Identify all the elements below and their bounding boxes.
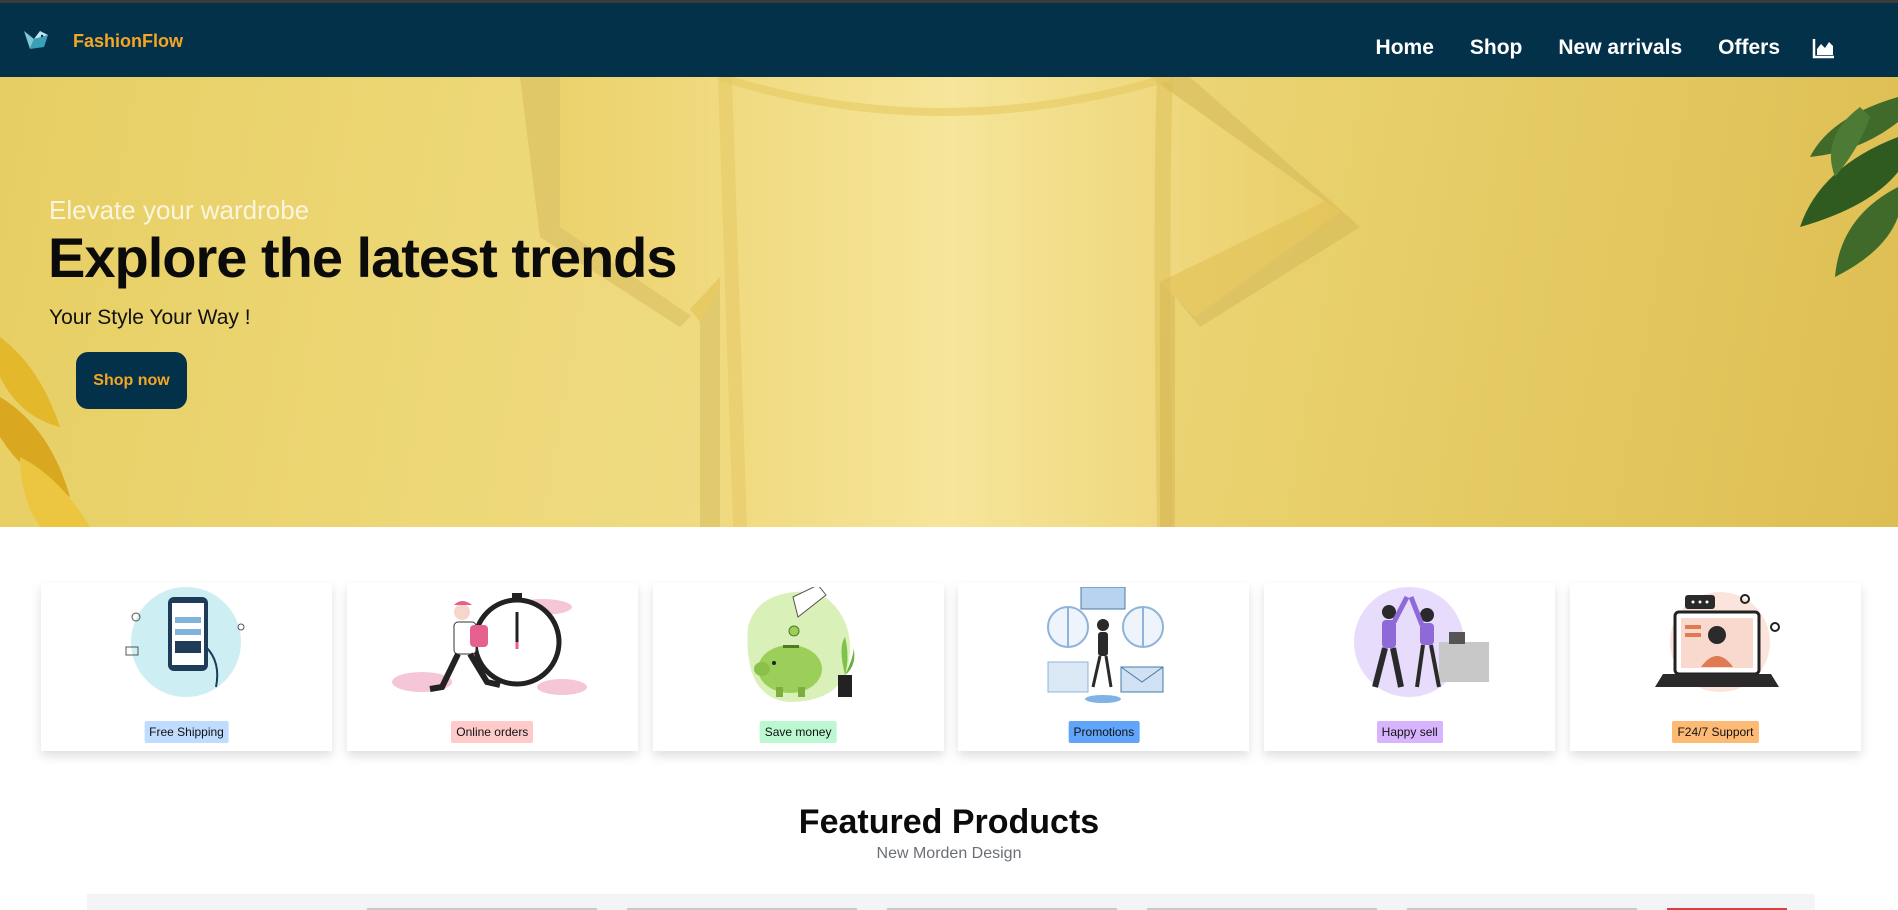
feature-badge: Online orders	[451, 721, 534, 743]
feature-badge: Happy sell	[1376, 721, 1443, 743]
high-five-illustration	[1354, 587, 1490, 697]
brand-name[interactable]: FashionFlow	[73, 31, 183, 52]
support-laptop-illustration	[1654, 592, 1780, 692]
promotion-window-illustration	[1047, 587, 1165, 703]
feature-card-save-money[interactable]: Save money	[652, 583, 944, 751]
shop-now-button[interactable]: Shop now	[76, 352, 187, 409]
hero-tagline: Your Style Your Way !	[49, 306, 251, 329]
mobile-payment-illustration	[125, 587, 245, 697]
feature-badge: Free Shipping	[144, 721, 229, 743]
site-header: FashionFlow Home Shop New arrivals Offer…	[0, 3, 1898, 77]
features-row: Free Shipping Online orders Save money P…	[41, 583, 1861, 751]
nav-shop[interactable]: Shop	[1470, 36, 1523, 60]
main-nav: Home Shop New arrivals Offers	[1376, 3, 1898, 77]
featured-products-subtitle: New Morden Design	[876, 845, 1022, 862]
yellow-tshirt-image	[0, 77, 1898, 527]
area-chart-icon[interactable]	[1812, 36, 1836, 60]
nav-new-arrivals[interactable]: New arrivals	[1558, 36, 1682, 60]
piggy-bank-illustration	[747, 587, 854, 702]
feature-card-happy-sell[interactable]: Happy sell	[1264, 583, 1556, 751]
bird-logo-icon[interactable]	[20, 25, 52, 57]
hero-banner: Elevate your wardrobe Explore the latest…	[0, 77, 1898, 527]
feature-card-promotions[interactable]: Promotions	[958, 583, 1250, 751]
feature-card-online-orders[interactable]: Online orders	[346, 583, 638, 751]
nav-home[interactable]: Home	[1376, 36, 1434, 60]
feature-badge: Save money	[759, 721, 837, 743]
feature-card-free-shipping[interactable]: Free Shipping	[41, 583, 332, 751]
featured-products-title: Featured Products	[798, 803, 1100, 841]
hero-title: Explore the latest trends	[48, 226, 678, 289]
feature-card-support[interactable]: F24/7 Support	[1569, 583, 1861, 751]
products-strip	[87, 894, 1815, 910]
feature-badge: F24/7 Support	[1672, 721, 1759, 743]
nav-offers[interactable]: Offers	[1718, 36, 1780, 60]
hero-kicker: Elevate your wardrobe	[49, 195, 310, 225]
delivery-clock-illustration	[391, 593, 587, 695]
feature-badge: Promotions	[1068, 721, 1140, 743]
